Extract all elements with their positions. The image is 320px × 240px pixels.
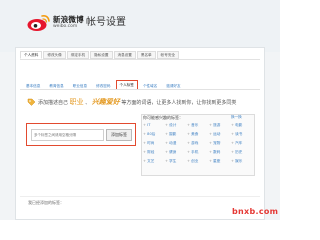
secondary-tab-divider xyxy=(20,89,260,90)
tag-prompt: 添加描述自己 职业 、 兴趣爱好 等方面的词语，让更多人找到你，让你找到更多同类 xyxy=(38,97,236,107)
suggested-tag[interactable]: 读书 xyxy=(231,132,253,137)
prompt-text-end: 等方面的词语，让更多人找到你，让你找到更多同类 xyxy=(121,100,237,106)
suggested-tag[interactable]: 历史 xyxy=(231,150,253,155)
tab-messages[interactable]: 消息设置 xyxy=(113,51,136,59)
page-title: 帐号设置 xyxy=(86,17,126,28)
tab-security[interactable]: 帐号安全 xyxy=(156,51,180,59)
tag-icon xyxy=(27,98,36,106)
suggested-tag[interactable]: 运动 xyxy=(209,132,231,137)
suggested-tag[interactable]: 数码 xyxy=(209,150,231,155)
suggested-tag[interactable]: 星座 xyxy=(209,159,231,164)
suggested-tag[interactable]: 电影 xyxy=(231,123,253,128)
suggested-tag[interactable]: 手机 xyxy=(187,150,209,155)
suggested-tag[interactable]: 动漫 xyxy=(165,141,187,146)
suggested-tag[interactable]: 学生 xyxy=(165,159,187,164)
primary-tab-divider xyxy=(20,59,260,60)
suggested-tag[interactable]: 80后 xyxy=(143,132,165,137)
prompt-keyword-interests: 兴趣爱好 xyxy=(91,98,120,106)
watermark: bnxb.com xyxy=(232,207,279,216)
prompt-text-start: 添加描述自己 xyxy=(38,100,69,106)
logo-subtext: weibo.com xyxy=(53,24,78,29)
suggested-tag[interactable]: 宠物 xyxy=(209,141,231,146)
suggested-tag[interactable]: 游戏 xyxy=(187,141,209,146)
suggested-tag[interactable]: 文艺 xyxy=(143,159,165,164)
tab-blacklist[interactable]: 黑名单 xyxy=(136,51,156,59)
tab-privacy[interactable]: 隐私设置 xyxy=(90,51,113,59)
suggested-tags-title: 你可能感兴趣的标签： xyxy=(143,115,183,120)
add-tag-button[interactable]: 添加标签 xyxy=(106,129,132,141)
prompt-separator: 、 xyxy=(85,100,91,106)
tab-avatar[interactable]: 修改头像 xyxy=(43,51,66,59)
suggested-tag[interactable]: 娱乐 xyxy=(231,159,253,164)
suggested-tag[interactable]: 健身 xyxy=(165,150,187,155)
footer-divider xyxy=(20,196,260,197)
suggested-tag[interactable]: 财经 xyxy=(143,150,165,155)
suggested-tag[interactable]: 美食 xyxy=(187,132,209,137)
weibo-eye-logo-icon xyxy=(27,15,50,31)
suggested-tag[interactable]: IT xyxy=(143,123,165,128)
suggested-tags-grid: IT设计音乐旅游电影 80后摄影美食运动读书时尚动漫游戏宠物汽车财经健身手机数码历… xyxy=(143,123,253,164)
suggested-tag[interactable]: 设计 xyxy=(165,123,187,128)
tag-input[interactable] xyxy=(31,129,104,141)
suggested-tag[interactable]: 时尚 xyxy=(143,141,165,146)
suggested-tag[interactable]: 音乐 xyxy=(187,123,209,128)
suggested-tag[interactable]: 旅游 xyxy=(209,123,231,128)
tab-bind-phone[interactable]: 绑定手机 xyxy=(66,51,90,59)
suggested-tag[interactable]: 创业 xyxy=(187,159,209,164)
suggested-tag[interactable]: 摄影 xyxy=(165,132,187,137)
site-header: 新浪微博 weibo.com 帐号设置 xyxy=(0,0,280,52)
refresh-suggestions-link[interactable]: 换一换 xyxy=(231,115,242,120)
added-tags-label: 我已经添加的标签： xyxy=(28,200,64,205)
tab-profile[interactable]: 个人资料 xyxy=(20,51,43,59)
prompt-keyword-career: 职业 xyxy=(69,98,84,106)
suggested-tag[interactable]: 汽车 xyxy=(231,141,253,146)
